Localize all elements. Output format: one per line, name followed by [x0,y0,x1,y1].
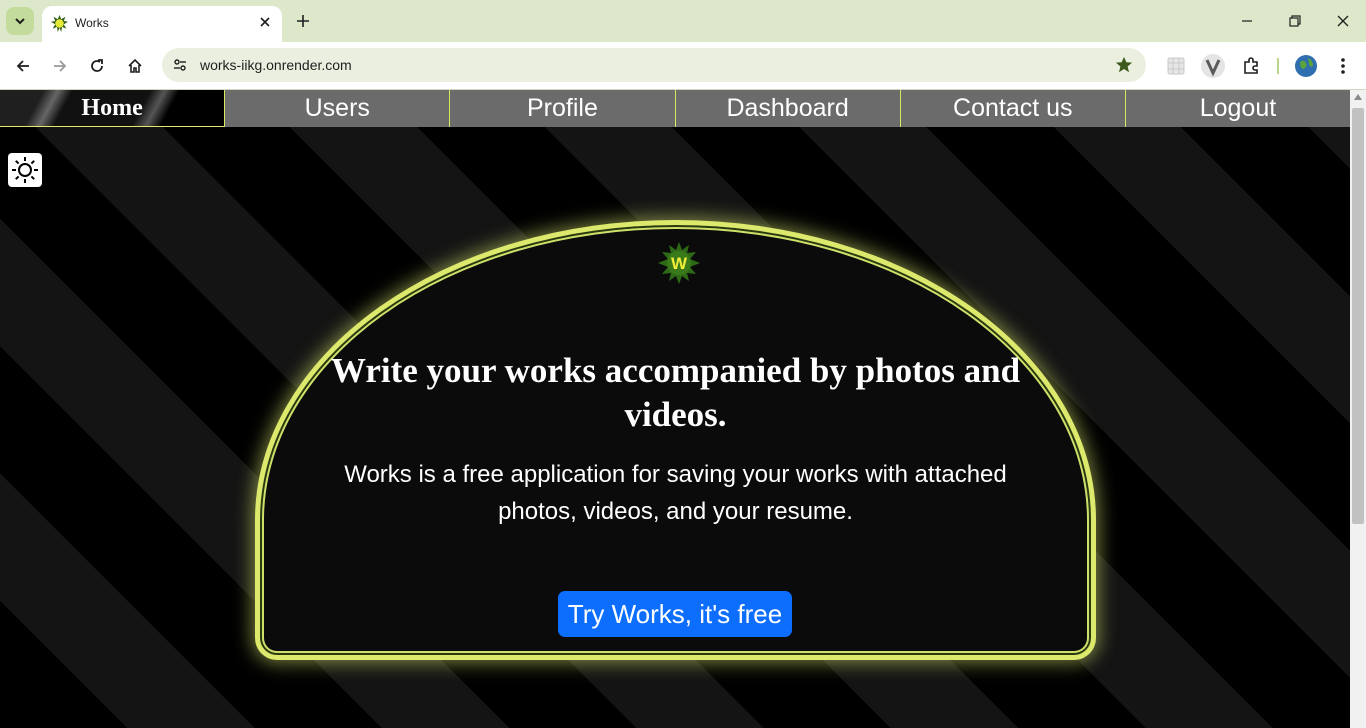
address-bar[interactable]: works-iikg.onrender.com [162,48,1146,82]
extension-button[interactable] [1163,53,1189,79]
nav-logout[interactable]: Logout [1124,90,1350,127]
arrow-left-icon [16,60,29,72]
hero-card: W Write your works accompanied by photos… [255,220,1096,660]
nav-home[interactable]: Home [0,90,225,127]
tab-title: Works [75,16,109,30]
restore-icon [1289,15,1301,27]
home-button[interactable] [121,52,149,80]
close-icon [260,17,270,27]
browser-tab[interactable]: Works [42,6,282,42]
hero-title: Write your works accompanied by photos a… [330,351,1021,434]
theme-toggle-button[interactable] [8,153,42,187]
reload-button[interactable] [83,52,111,80]
url-text: works-iikg.onrender.com [200,57,352,73]
site-info-button[interactable] [168,53,192,77]
scroll-up-arrow-icon[interactable] [1354,94,1362,100]
v-extension-icon [1201,54,1225,78]
grid-extension-icon [1167,57,1185,75]
close-window-button[interactable] [1326,8,1360,34]
minimize-icon [1242,20,1252,22]
site-nav: Home Users Profile Dashboard Contact us … [0,90,1350,127]
chevron-down-icon [15,18,25,25]
extensions-menu-button[interactable] [1238,53,1264,79]
sun-icon [12,157,38,183]
page-scrollbar[interactable] [1350,90,1366,728]
minimize-button[interactable] [1230,8,1264,34]
try-works-button[interactable]: Try Works, it's free [558,591,792,637]
svg-text:W: W [671,254,688,273]
globe-avatar-icon [1295,55,1317,77]
hero-description: Works is a free application for saving y… [344,461,1007,525]
more-vertical-icon [1341,58,1345,74]
plus-icon [297,15,309,27]
works-logo-icon: W [658,242,700,284]
back-button[interactable] [9,52,37,80]
scroll-thumb[interactable] [1352,108,1364,524]
nav-dashboard[interactable]: Dashboard [674,90,900,127]
nav-profile[interactable]: Profile [449,90,674,127]
restore-button[interactable] [1278,8,1312,34]
profile-avatar[interactable] [1293,53,1319,79]
home-icon [128,58,142,73]
nav-users[interactable]: Users [224,90,449,127]
tab-search-button[interactable] [6,7,34,35]
star-icon [1115,56,1133,73]
close-icon [1337,15,1349,27]
bookmark-button[interactable] [1114,55,1134,75]
puzzle-icon [1244,57,1258,74]
toolbar-separator [1277,58,1279,74]
nav-contact-us[interactable]: Contact us [899,90,1125,127]
page-viewport: Home Users Profile Dashboard Contact us … [0,90,1350,728]
browser-menu-button[interactable] [1330,53,1356,79]
extension-v-button[interactable] [1200,53,1226,79]
tune-icon [174,59,186,71]
reload-icon [91,59,103,72]
tab-strip: Works [0,0,1366,42]
close-tab-button[interactable] [256,13,274,31]
arrow-right-icon [54,60,67,72]
forward-button[interactable] [46,52,74,80]
new-tab-button[interactable] [292,10,314,32]
works-favicon-icon [51,15,68,32]
browser-toolbar: works-iikg.onrender.com [0,42,1366,90]
